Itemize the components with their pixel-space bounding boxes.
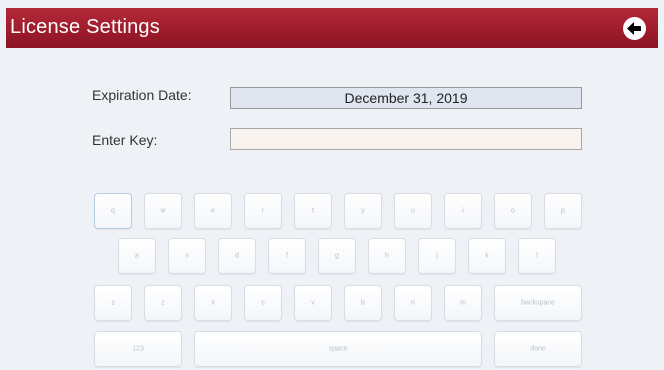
title-bar: License Settings <box>6 8 658 48</box>
backspace-key[interactable]: backspace <box>494 285 582 321</box>
key-t[interactable]: t <box>294 193 332 229</box>
key-g[interactable]: g <box>318 238 356 274</box>
key-d[interactable]: d <box>218 238 256 274</box>
key-q[interactable]: q <box>94 193 132 229</box>
key-h[interactable]: h <box>368 238 406 274</box>
key-n[interactable]: n <box>394 285 432 321</box>
key-m[interactable]: m <box>444 285 482 321</box>
back-arrow-icon <box>627 22 641 35</box>
key-a[interactable]: a <box>118 238 156 274</box>
key-u[interactable]: u <box>394 193 432 229</box>
key-y[interactable]: y <box>344 193 382 229</box>
expiration-date-label: Expiration Date: <box>92 87 192 103</box>
key-w[interactable]: w <box>144 193 182 229</box>
key-x[interactable]: x <box>194 285 232 321</box>
key-c[interactable]: c <box>244 285 282 321</box>
back-button[interactable] <box>623 17 646 40</box>
key-p[interactable]: p <box>544 193 582 229</box>
key-s[interactable]: s <box>168 238 206 274</box>
key-o[interactable]: o <box>494 193 532 229</box>
key-j[interactable]: j <box>418 238 456 274</box>
done-key[interactable]: done <box>494 331 582 367</box>
space-key[interactable]: space <box>194 331 482 367</box>
enter-key-label: Enter Key: <box>92 132 158 148</box>
expiration-date-value: December 31, 2019 <box>230 87 582 109</box>
key-i[interactable]: i <box>444 193 482 229</box>
key-l[interactable]: l <box>518 238 556 274</box>
key-b[interactable]: b <box>344 285 382 321</box>
key-k[interactable]: k <box>468 238 506 274</box>
key-r[interactable]: r <box>244 193 282 229</box>
key-v[interactable]: v <box>294 285 332 321</box>
key-e[interactable]: e <box>194 193 232 229</box>
key-z[interactable]: z <box>144 285 182 321</box>
license-settings-screen: License Settings Expiration Date: Decemb… <box>0 0 664 370</box>
numbers-key[interactable]: 123 <box>94 331 182 367</box>
page-title: License Settings <box>10 16 160 38</box>
key-f[interactable]: f <box>268 238 306 274</box>
shift-key[interactable]: ⇧ <box>94 285 132 321</box>
license-key-input[interactable] <box>230 128 582 150</box>
